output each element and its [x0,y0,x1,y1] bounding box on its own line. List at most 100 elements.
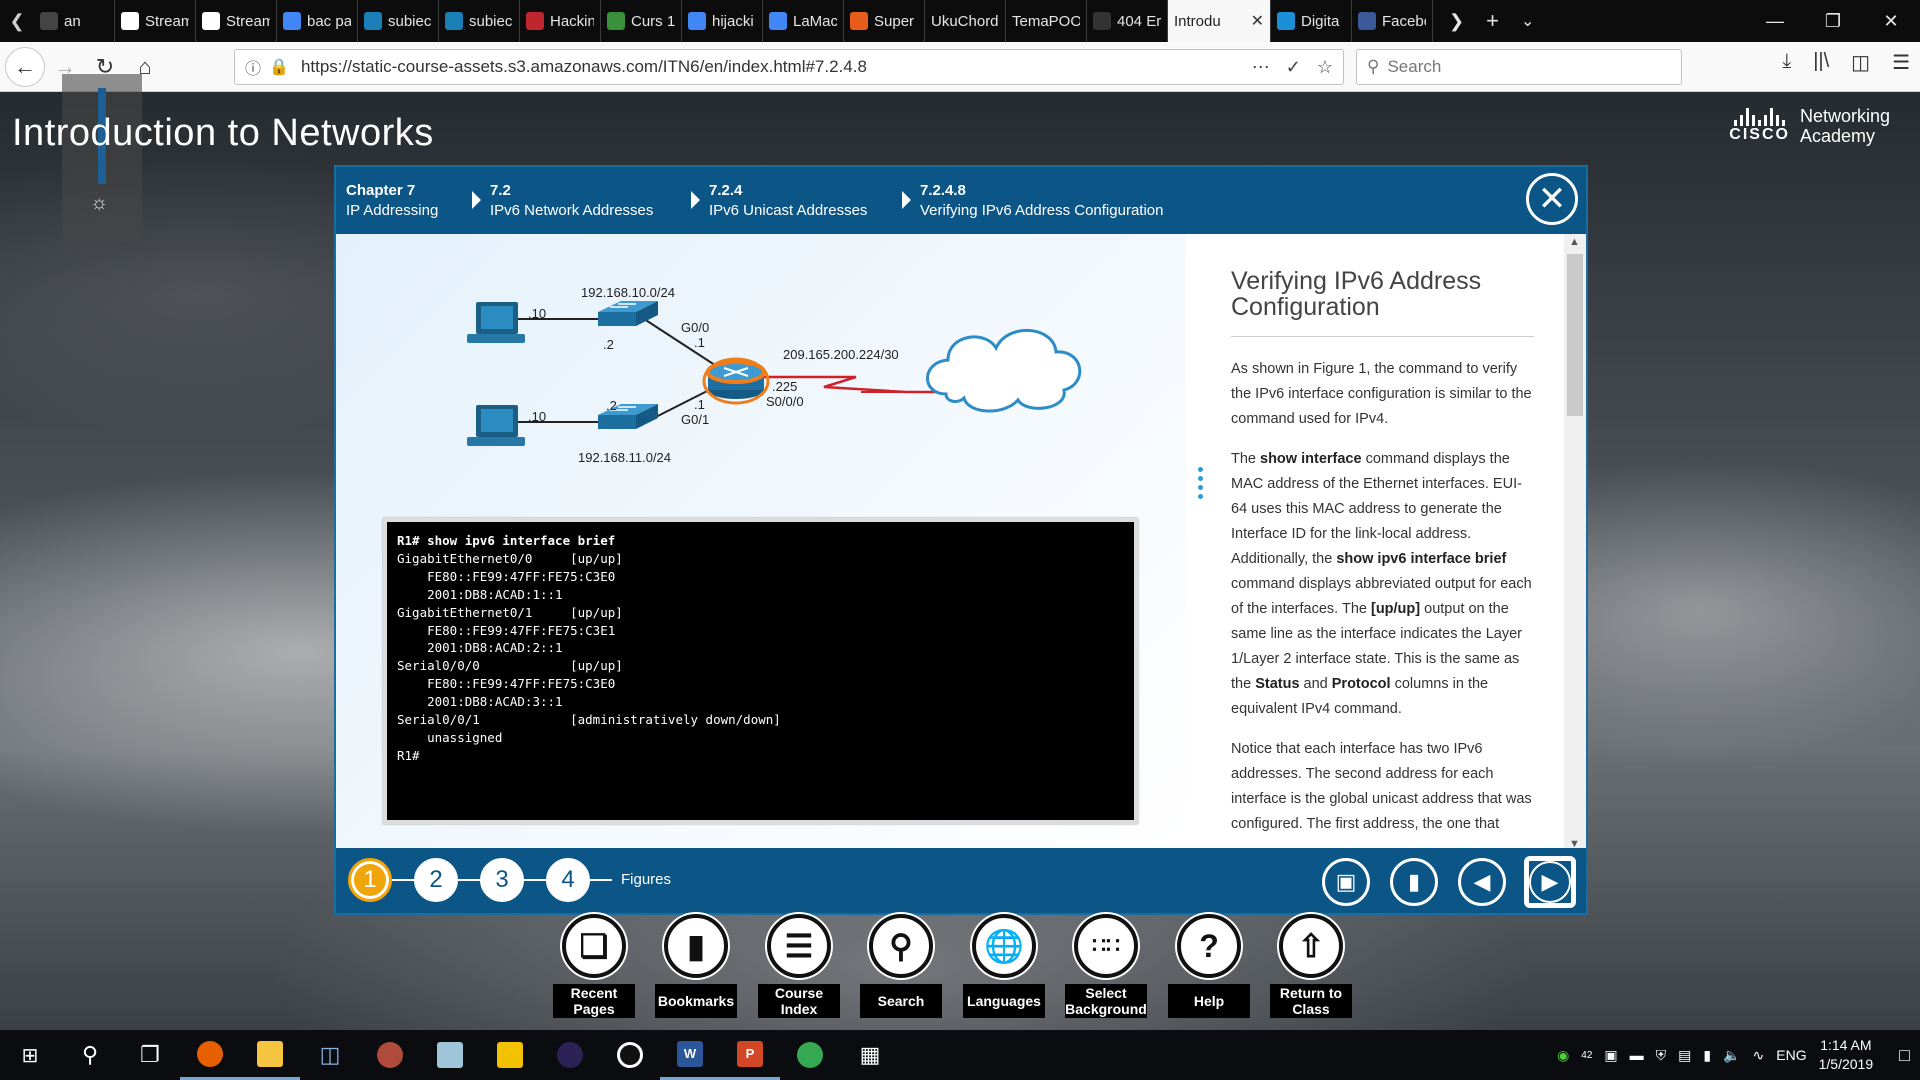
grid-icon: ∷∷ [1074,914,1138,978]
browser-tab[interactable]: Curs 1 [601,0,682,42]
browser-tab[interactable]: Stream [196,0,277,42]
browser-tab[interactable]: Digita [1271,0,1352,42]
page-actions-icon[interactable]: ⋯ [1252,57,1270,78]
clock[interactable]: 1:14 AM 1/5/2019 [1819,1036,1874,1074]
bookmark-page-button[interactable]: ▮ [1390,858,1438,906]
panel-resize-handle[interactable] [1198,467,1203,499]
recorder-taskbar-button[interactable] [600,1030,660,1080]
word-taskbar-button[interactable]: W [660,1030,720,1080]
start-button[interactable]: ⊞ [0,1030,60,1080]
search-button[interactable]: ⚲ Search [860,914,942,1018]
figure-4-button[interactable]: 4 [546,858,590,902]
return-to-class-button[interactable]: ⇧ Return to Class [1270,914,1352,1018]
figure-3-button[interactable]: 3 [480,858,524,902]
file-explorer-taskbar-button[interactable] [240,1030,300,1080]
network-icon[interactable]: ▤ [1678,1047,1691,1064]
notifications-icon[interactable]: □ [1899,1045,1910,1066]
figure-2-button[interactable]: 2 [414,858,458,902]
search-taskbar-button[interactable]: ⚲ [60,1030,120,1080]
url-text[interactable]: https://static-course-assets.s3.amazonaw… [301,57,1252,77]
3d-app-taskbar-button[interactable]: ◫ [300,1030,360,1080]
breadcrumb-chapter[interactable]: Chapter 7 IP Addressing [346,181,438,221]
task-view-button[interactable]: ❐ [120,1030,180,1080]
tab-list-button[interactable]: ⌄ [1521,11,1534,31]
minimize-button[interactable]: — [1746,0,1804,42]
tab-scroll-right-button[interactable]: ❯ [1449,11,1464,32]
eclipse-taskbar-button[interactable] [540,1030,600,1080]
pocket-icon[interactable]: ✓ [1286,57,1301,78]
volume-icon[interactable]: 🔈 [1723,1047,1740,1064]
search-bar[interactable]: ⚲ Search [1356,49,1682,85]
wifi-icon[interactable]: ∿ [1753,1047,1765,1064]
comment-button[interactable]: ▣ [1322,858,1370,906]
browser-tab[interactable]: subiec [439,0,520,42]
breadcrumb-topic[interactable]: 7.2.4.8 Verifying IPv6 Address Configura… [902,181,1163,221]
restore-button[interactable]: ❐ [1804,0,1862,42]
arrow-left-icon [40,12,58,30]
figure-1-button[interactable]: 1 [348,858,392,902]
browser-tab[interactable]: hijacki [682,0,763,42]
sidebar-icon[interactable]: ◫ [1851,50,1870,75]
page-info-icon[interactable]: ⓘ [245,55,261,79]
game-app-taskbar-button[interactable] [480,1030,540,1080]
teams-icon[interactable]: ▣ [1604,1047,1617,1064]
browser-tab[interactable]: Facebo [1352,0,1433,42]
notes-app-taskbar-button[interactable] [420,1030,480,1080]
next-page-button[interactable]: ▶ [1526,858,1574,906]
browser-tab[interactable]: 404 Er [1087,0,1168,42]
browser-tab[interactable]: Introdu ✕ [1168,0,1271,42]
recent-pages-button[interactable]: ❏ Recent Pages [553,914,635,1018]
usb-icon[interactable]: ▬ [1630,1047,1644,1063]
zoom-slider[interactable]: ☼ [62,74,142,242]
download-icon[interactable]: ⤓ [1782,50,1791,75]
scroll-up-icon[interactable]: ▲ [1569,236,1580,248]
browser-tab[interactable]: subiec [358,0,439,42]
breadcrumb-subsection[interactable]: 7.2.4 IPv6 Unicast Addresses [691,181,867,221]
library-icon[interactable]: ||\ [1813,50,1829,75]
shield-icon[interactable]: ⛨ [1656,1047,1667,1064]
close-tab-icon[interactable]: ✕ [1251,11,1264,31]
browser-tab[interactable]: Hackin [520,0,601,42]
url-bar[interactable]: ⓘ 🔒 https://static-course-assets.s3.amaz… [234,49,1344,85]
close-window-button[interactable]: ✕ [1862,0,1920,42]
previous-page-button[interactable]: ◀ [1458,858,1506,906]
languages-button[interactable]: 🌐 Languages [963,914,1045,1018]
browser-tab[interactable]: TemaPOO [1006,0,1087,42]
menu-icon[interactable]: ☰ [1892,50,1910,75]
brightness-icon[interactable]: ☼ [90,192,108,215]
language-indicator[interactable]: ENG [1776,1047,1806,1063]
browser-tab[interactable]: Super [844,0,925,42]
scroll-thumb[interactable] [1567,254,1583,416]
triangle-right-icon: ▶ [1541,869,1559,894]
g01-host-label: .1 [694,397,705,412]
help-button[interactable]: ? Help [1168,914,1250,1018]
powerpoint-taskbar-button[interactable]: P [720,1030,780,1080]
tab-scroll-left-button[interactable]: ❮ [0,0,34,42]
app-status-icon[interactable]: ◉ [1557,1047,1569,1064]
browser-tab[interactable]: bac pa [277,0,358,42]
tab-title: subiec [469,12,513,30]
select-background-button[interactable]: ∷∷ Select Background [1065,914,1147,1018]
cli-line: GigabitEthernet0/1 [up/up] [397,604,623,620]
back-button[interactable]: ← [5,46,45,87]
firefox-taskbar-button[interactable] [180,1030,240,1080]
course-index-button[interactable]: ☰ Course Index [758,914,840,1018]
article-scrollbar[interactable]: ▲ ▼ [1564,234,1586,852]
browser-tab[interactable]: UkuChords [925,0,1006,42]
browser-tab[interactable]: Stream [115,0,196,42]
chrome-taskbar-button[interactable] [780,1030,840,1080]
bookmarks-button[interactable]: ▮ Bookmarks [655,914,737,1018]
pc2-icon [467,405,525,446]
browser-tab[interactable]: an [34,0,115,42]
breadcrumb-section[interactable]: 7.2 IPv6 Network Addresses [472,181,653,221]
close-module-button[interactable]: ✕ [1526,173,1578,225]
cisco-wordmark: CISCO [1729,126,1790,143]
error-icon [1093,12,1111,30]
avatar-app-taskbar-button[interactable] [360,1030,420,1080]
browser-tab[interactable]: LaMac [763,0,844,42]
cube-icon: ◫ [319,1042,341,1067]
battery-icon[interactable]: ▮ [1703,1047,1711,1064]
bookmark-star-icon[interactable]: ☆ [1317,57,1333,78]
calculator-taskbar-button[interactable]: ▦ [840,1030,900,1080]
new-tab-button[interactable]: + [1486,8,1499,34]
